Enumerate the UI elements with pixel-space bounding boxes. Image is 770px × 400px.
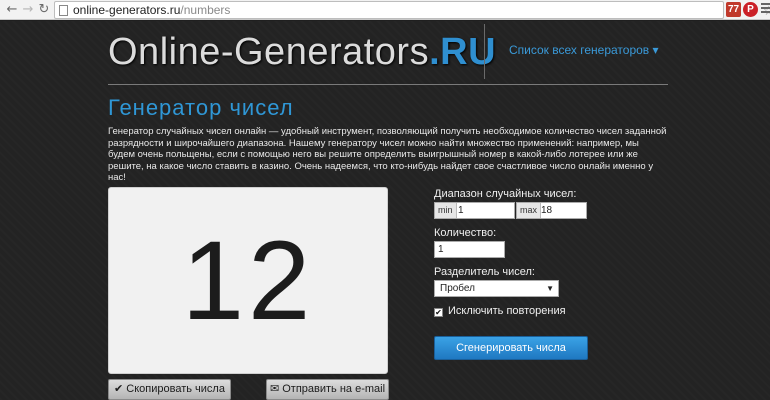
forward-arrow-icon[interactable]: → [20, 2, 36, 18]
pinterest-icon[interactable]: P [743, 2, 758, 17]
logo-main: Online-Generators [108, 31, 430, 73]
separator-select[interactable]: Пробел ▼ [434, 280, 559, 297]
generate-button[interactable]: Сгенерировать числа [434, 336, 588, 360]
max-field[interactable]: max 18 [516, 202, 587, 219]
count-label: Количество: [434, 227, 497, 239]
min-addon: min [435, 203, 457, 218]
max-value: 18 [541, 205, 553, 216]
header-rule [108, 84, 668, 85]
separator-value: Пробел [440, 283, 475, 294]
exclude-repeats-row[interactable]: ✔ Исключить повторения [434, 305, 566, 317]
max-addon: max [517, 203, 542, 218]
page-body: Online-Generators.RU Список всех генерат… [0, 21, 770, 400]
min-value: 1 [458, 205, 464, 216]
generators-menu-link[interactable]: Список всех генераторов ▾ [509, 43, 659, 57]
url-host: online-generators.ru [73, 3, 181, 17]
exclude-repeats-checkbox[interactable]: ✔ [434, 308, 443, 317]
header-divider [484, 24, 485, 79]
page-title: Генератор чисел [108, 95, 294, 120]
site-logo[interactable]: Online-Generators.RU [108, 31, 496, 74]
intro-text: Генератор случайных чисел онлайн — удобн… [108, 126, 667, 183]
page-icon [59, 5, 68, 16]
count-field[interactable]: 1 [434, 241, 505, 258]
separator-label: Разделитель чисел: [434, 266, 535, 278]
back-arrow-icon[interactable]: ← [4, 2, 20, 18]
dropdown-arrow-icon: ▼ [546, 284, 554, 293]
exclude-repeats-label: Исключить повторения [448, 305, 566, 317]
range-label: Диапазон случайных чисел: [434, 188, 577, 200]
browser-toolbar: ← → ↻ online-generators.ru/numbers ☆ 77 … [0, 0, 770, 20]
extension-icon[interactable]: 77 [726, 2, 741, 17]
min-field[interactable]: min 1 [434, 202, 515, 219]
url-path: /numbers [180, 3, 231, 17]
send-email-button[interactable]: ✉ Отправить на e-mail [266, 379, 389, 400]
copy-numbers-button[interactable]: ✔ Скопировать числа [108, 379, 231, 400]
logo-tld: .RU [429, 31, 497, 73]
reload-icon[interactable]: ↻ [36, 2, 52, 18]
menu-icon[interactable] [761, 3, 770, 15]
result-display: 12 [108, 187, 388, 374]
address-bar[interactable]: online-generators.ru/numbers ☆ [54, 1, 770, 19]
